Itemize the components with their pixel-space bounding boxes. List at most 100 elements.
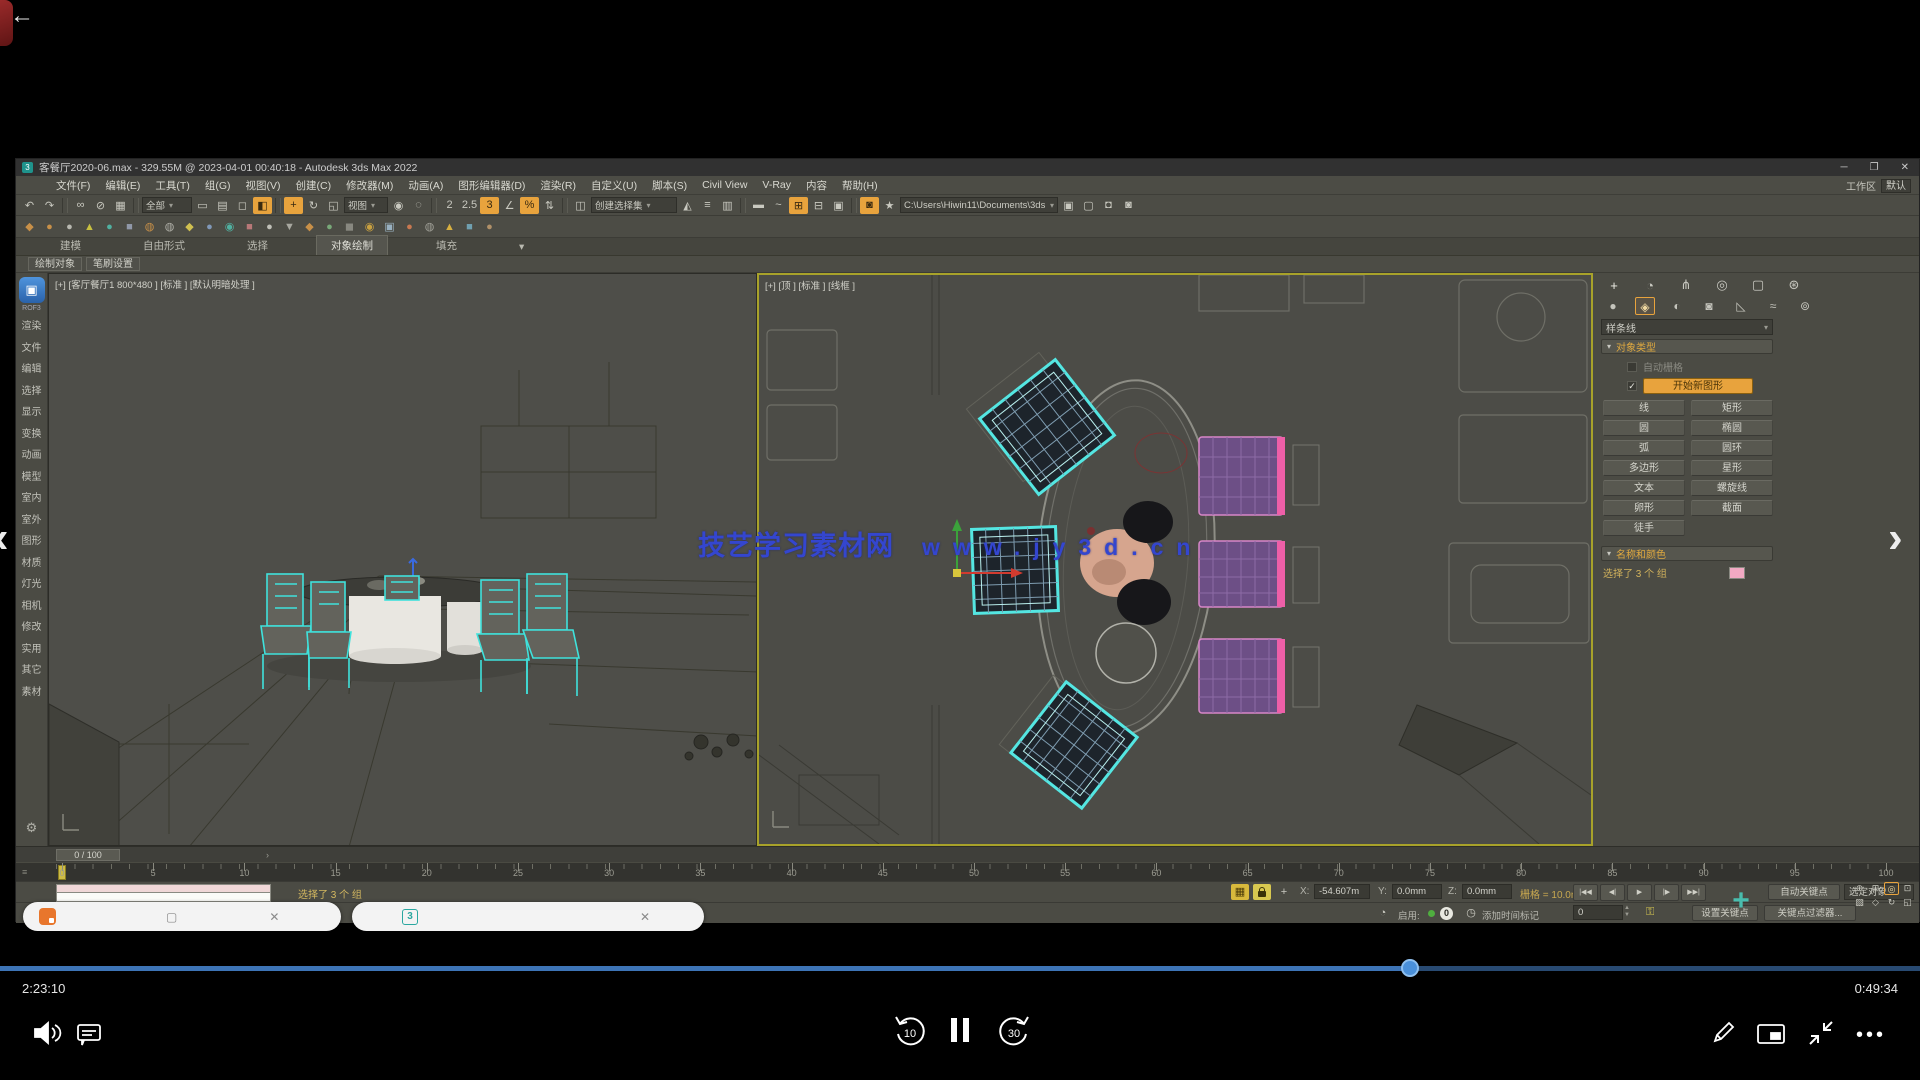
exit-fullscreen-icon[interactable] — [1808, 1020, 1834, 1046]
select-and-link-icon[interactable]: ∞ — [71, 197, 90, 214]
key-filters-button[interactable]: 关键点过滤器... — [1764, 905, 1856, 921]
ribbon-tab-2[interactable]: 自由形式 — [129, 236, 199, 255]
more-options-icon[interactable]: ••• — [1856, 1024, 1886, 1047]
sidebar-item-室内[interactable]: 室内 — [22, 488, 42, 510]
spline-button-线[interactable]: 线 — [1603, 400, 1685, 416]
object-name-field[interactable]: 选择了 3 个 组 — [1603, 565, 1667, 580]
start-new-shape-button[interactable]: 开始新图形 — [1643, 378, 1753, 394]
brick-icon[interactable]: ■ — [240, 218, 259, 235]
sidebar-item-文件[interactable]: 文件 — [22, 338, 42, 360]
clock-icon[interactable]: ◷ — [1462, 905, 1480, 921]
motion-tab[interactable]: ◎ — [1711, 277, 1733, 293]
hierarchy-tab[interactable]: ⋔ — [1675, 277, 1697, 293]
zoom-extents-all-icon[interactable]: ⊡ — [1900, 882, 1915, 895]
auto-key-button[interactable]: 自动关键点 — [1768, 884, 1840, 900]
percent-snap-icon[interactable]: % — [520, 197, 539, 214]
zoom-region-icon[interactable]: ▧ — [1852, 896, 1867, 909]
autogrid-checkbox[interactable] — [1627, 362, 1637, 372]
scale-icon[interactable]: ◱ — [324, 197, 343, 214]
menu-item[interactable]: 创建(C) — [296, 178, 332, 193]
spline-button-矩形[interactable]: 矩形 — [1691, 400, 1773, 416]
scene-explorer-icon[interactable]: ⊟ — [809, 197, 828, 214]
spline-button-椭圆[interactable]: 椭圆 — [1691, 420, 1773, 436]
sun-icon[interactable]: ◉ — [360, 218, 379, 235]
menu-item[interactable]: 脚本(S) — [652, 178, 687, 193]
next-frame-icon[interactable]: |▶ — [1654, 884, 1679, 901]
named-selection-dropdown[interactable]: 创建选择集▾ — [591, 197, 677, 213]
zoom-extents-icon[interactable]: ◎ — [1884, 882, 1899, 895]
ribbon-subtab-2[interactable]: 笔刷设置 — [86, 257, 140, 271]
sidebar-item-其它[interactable]: 其它 — [22, 660, 42, 682]
ribbon-tab-1[interactable]: 建模 — [46, 236, 95, 255]
select-object-icon[interactable]: ▭ — [193, 197, 212, 214]
ball-icon[interactable]: ● — [400, 218, 419, 235]
schematic-view-icon[interactable]: ⊞ — [789, 197, 808, 214]
render-last-icon[interactable]: ◙ — [1119, 197, 1138, 214]
sidebar-item-素材[interactable]: 素材 — [22, 682, 42, 704]
sidebar-item-修改[interactable]: 修改 — [22, 617, 42, 639]
zoom-icon[interactable]: ⊕ — [1852, 882, 1867, 895]
menu-item[interactable]: 工具(T) — [155, 178, 189, 193]
x-coordinate-field[interactable]: -54.607m — [1314, 884, 1370, 899]
render-setup-icon[interactable]: ▣ — [1059, 197, 1078, 214]
chip2-close-icon[interactable]: ✕ — [640, 910, 650, 924]
spline-button-圆环[interactable]: 圆环 — [1691, 440, 1773, 456]
menu-item[interactable]: 修改器(M) — [346, 178, 393, 193]
transform-gizmo-icon[interactable]: + — [1275, 884, 1293, 900]
progress-knob[interactable] — [1401, 959, 1419, 977]
create-tab[interactable]: + — [1603, 278, 1625, 293]
edit-named-selection-icon[interactable]: ◫ — [571, 197, 590, 214]
start-new-shape-checkbox[interactable]: ✓ — [1627, 381, 1637, 391]
rewind-10-icon[interactable]: 10 — [892, 1012, 928, 1048]
overlay-chip-2[interactable]: 3 ✕ — [352, 902, 704, 931]
snap-2d-icon[interactable]: 2 — [440, 197, 459, 214]
helpers-icon[interactable]: ◺ — [1731, 297, 1751, 315]
pivot-center-icon[interactable]: ◉ — [389, 197, 408, 214]
menu-item[interactable]: 视图(V) — [246, 178, 281, 193]
select-by-name-icon[interactable]: ▤ — [213, 197, 232, 214]
down-icon[interactable]: ▼ — [280, 218, 299, 235]
plane-icon[interactable]: ● — [200, 218, 219, 235]
menu-item[interactable]: 文件(F) — [56, 178, 90, 193]
isolate-icon[interactable]: ◔ — [1374, 905, 1392, 921]
track-bar[interactable]: ≡ 05101520253035404550556065707580859095… — [16, 862, 1919, 881]
snap-3d-icon[interactable]: 3 — [480, 197, 499, 214]
sidebar-item-灯光[interactable]: 灯光 — [22, 574, 42, 596]
star2-icon[interactable]: ◆ — [180, 218, 199, 235]
rect-region-icon[interactable]: ◻ — [233, 197, 252, 214]
menu-item[interactable]: 图形编辑器(D) — [458, 178, 525, 193]
sidebar-item-材质[interactable]: 材质 — [22, 553, 42, 575]
chip1-close-icon[interactable]: ✕ — [269, 910, 279, 924]
workspace-dropdown[interactable]: 默认 — [1881, 179, 1911, 193]
undo-icon[interactable]: ↶ — [20, 197, 39, 214]
bind-spacewarp-icon[interactable]: ▦ — [111, 197, 130, 214]
spacewarps-icon[interactable]: ≈ — [1763, 297, 1783, 315]
pip-icon[interactable] — [1756, 1022, 1786, 1046]
add-time-tag[interactable]: 添加时间标记 — [1482, 908, 1539, 922]
prev-frame-icon[interactable]: ◀| — [1600, 884, 1625, 901]
systems-icon[interactable]: ⊚ — [1795, 297, 1815, 315]
spline-button-星形[interactable]: 星形 — [1691, 460, 1773, 476]
pause-button[interactable] — [948, 1016, 972, 1044]
grid-snap-icon[interactable]: ▦ — [1231, 884, 1249, 900]
coin-icon[interactable]: ◍ — [420, 218, 439, 235]
grid2-icon[interactable]: ▣ — [380, 218, 399, 235]
viewport-perspective[interactable]: [+] [客厅餐厅1 800*480 ] [标准 ] [默认明暗处理 ] — [48, 273, 757, 846]
sidebar-item-实用[interactable]: 实用 — [22, 639, 42, 661]
spline-button-卵形[interactable]: 卵形 — [1603, 500, 1685, 516]
menu-item[interactable]: 内容 — [806, 178, 827, 193]
spline-button-徒手[interactable]: 徒手 — [1603, 520, 1685, 536]
utilities-tab[interactable]: ⊛ — [1783, 277, 1805, 293]
menu-item[interactable]: 自定义(U) — [591, 178, 637, 193]
angle-snap-icon[interactable]: ∠ — [500, 197, 519, 214]
spline-button-截面[interactable]: 截面 — [1691, 500, 1773, 516]
spline-button-圆[interactable]: 圆 — [1603, 420, 1685, 436]
menu-item[interactable]: 编辑(E) — [105, 178, 140, 193]
lights-icon[interactable]: ◐ — [1667, 297, 1687, 315]
close-icon[interactable]: ✕ — [1901, 162, 1909, 173]
material-editor-icon[interactable]: ◙ — [860, 197, 879, 214]
ribbon-tab-3[interactable]: 选择 — [233, 236, 282, 255]
object-color-swatch[interactable] — [1729, 567, 1745, 579]
current-frame-field[interactable]: 0 — [1573, 905, 1623, 920]
prev-chevron[interactable]: ‹ — [0, 516, 9, 560]
